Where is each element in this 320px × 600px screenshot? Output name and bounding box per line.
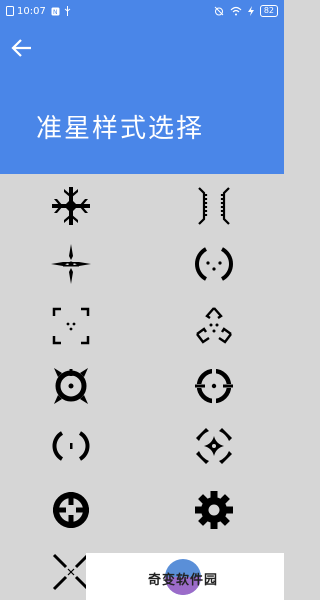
wifi-icon xyxy=(230,6,242,16)
bracket-crosshair-icon xyxy=(198,187,230,225)
crosshair-option-9[interactable] xyxy=(47,422,95,470)
tri-wing-crosshair-icon xyxy=(196,307,232,344)
crosshair-option-3[interactable] xyxy=(47,240,95,288)
svg-text:N: N xyxy=(53,9,58,16)
usb-icon xyxy=(64,6,71,16)
charging-icon xyxy=(247,6,254,16)
corner-brackets-crosshair-icon xyxy=(52,307,90,345)
battery-level: 82 xyxy=(259,5,278,17)
app-header xyxy=(0,0,284,174)
parentheses-dot-crosshair-icon xyxy=(52,431,90,461)
crosshair-option-7[interactable] xyxy=(47,362,95,410)
alarm-off-icon xyxy=(214,6,224,16)
crosshair-option-10[interactable] xyxy=(190,422,238,470)
thick-circle-cross-crosshair-icon xyxy=(53,492,89,528)
crosshair-option-1[interactable] xyxy=(47,182,95,230)
crosshair-option-4[interactable] xyxy=(190,240,238,288)
blade-cross-crosshair-icon xyxy=(51,244,91,284)
status-bar: 10:07 N 82 xyxy=(0,0,284,22)
snowflake-crosshair-icon xyxy=(52,187,90,225)
crosshair-option-5[interactable] xyxy=(47,302,95,350)
sim-icon xyxy=(6,6,14,16)
crosshair-option-2[interactable] xyxy=(190,182,238,230)
gear-ring-crosshair-icon xyxy=(54,368,88,404)
circle-cross-crosshair-icon xyxy=(195,368,233,404)
crosshair-option-6[interactable] xyxy=(190,302,238,350)
crosshair-option-11[interactable] xyxy=(47,486,95,534)
gear-crosshair-icon xyxy=(195,491,233,529)
back-button[interactable] xyxy=(8,36,34,60)
crosshair-grid xyxy=(0,174,284,600)
watermark-text: 奇变软件园 xyxy=(148,573,219,588)
watermark-banner: 奇变软件园 xyxy=(86,553,284,600)
dot-ring-crosshair-icon xyxy=(195,247,233,281)
concave-diamond-crosshair-icon xyxy=(196,428,232,464)
arrow-left-icon xyxy=(11,39,31,57)
crosshair-option-8[interactable] xyxy=(190,362,238,410)
crosshair-option-12[interactable] xyxy=(190,486,238,534)
status-time: 10:07 xyxy=(17,5,46,17)
page-title: 准星样式选择 xyxy=(36,114,205,144)
notification-icon: N xyxy=(51,7,60,16)
